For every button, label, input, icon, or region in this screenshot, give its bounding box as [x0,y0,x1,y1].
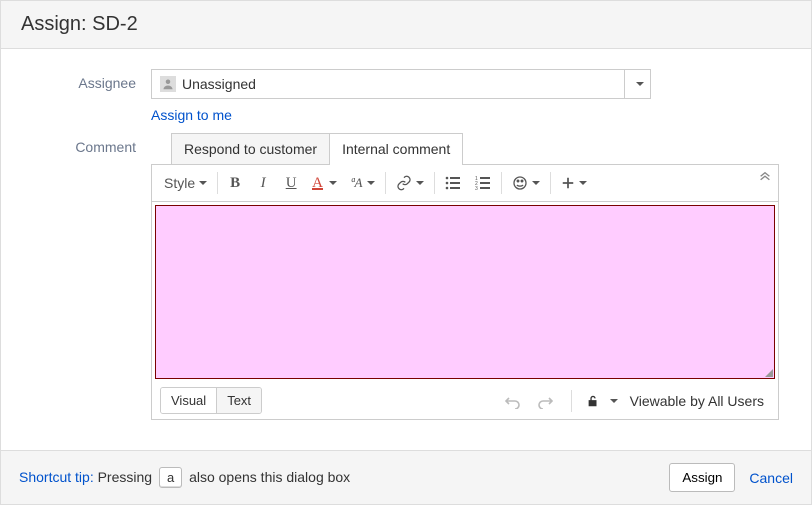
assignee-value: Unassigned [182,76,256,92]
mode-visual[interactable]: Visual [161,388,216,413]
person-icon [160,76,176,92]
comment-textarea[interactable] [155,205,775,379]
plus-icon [561,176,575,190]
bullet-list-button[interactable] [439,169,467,197]
toolbar-separator [217,172,218,194]
toolbar-separator [550,172,551,194]
style-dropdown[interactable]: Style [158,169,213,197]
dialog-header: Assign: SD-2 [1,1,811,49]
comment-row: Comment Respond to customer Internal com… [1,133,791,420]
numbered-list-button[interactable]: 123 [469,169,497,197]
dialog-title: Assign: SD-2 [21,13,138,35]
toolbar-separator [434,172,435,194]
resize-handle-icon[interactable] [765,369,773,377]
tab-respond-to-customer[interactable]: Respond to customer [172,134,330,164]
style-label: Style [164,175,195,191]
tip-text-after: also opens this dialog box [185,469,350,485]
comment-field-wrap: Respond to customer Internal comment Sty… [151,133,779,420]
footer-separator [571,390,572,412]
assign-dialog: Assign: SD-2 Assignee Unassigned Assig [0,0,812,505]
chevron-down-icon [610,399,618,403]
link-button[interactable] [390,169,430,197]
chevron-down-icon [416,181,424,185]
assignee-field-wrap: Unassigned Assign to me [151,69,779,123]
cancel-link[interactable]: Cancel [749,470,793,486]
tab-internal-comment[interactable]: Internal comment [330,134,462,165]
shortcut-tip: Shortcut tip: Pressing a also opens this… [19,467,350,488]
collapse-toolbar-button[interactable] [758,171,772,185]
assignee-dropdown-button[interactable] [625,69,651,99]
assignee-label: Assignee [1,69,151,123]
tip-text-before: Pressing [94,469,156,485]
text-color-button[interactable]: A [306,169,343,197]
collapse-icon [758,171,772,185]
tip-label: Shortcut tip: [19,469,94,485]
unlock-icon [586,394,600,408]
redo-icon [537,393,553,409]
chevron-down-icon [367,181,375,185]
assign-to-me-link[interactable]: Assign to me [151,107,779,123]
undo-button[interactable] [501,393,525,409]
editor-footer: Visual Text [152,382,778,419]
shortcut-key: a [159,467,182,488]
mode-text[interactable]: Text [216,388,261,413]
visibility-selector[interactable]: Viewable by All Users [586,393,770,409]
toolbar-separator [385,172,386,194]
redo-button[interactable] [533,393,557,409]
undo-icon [505,393,521,409]
chevron-down-icon [532,181,540,185]
clear-format-icon: ªA [351,175,363,191]
visibility-label: Viewable by All Users [630,393,764,409]
chevron-down-icon [199,181,207,185]
dialog-body: Assignee Unassigned Assign to me [1,49,811,450]
assignee-row: Assignee Unassigned Assign to me [1,69,791,123]
underline-button[interactable]: U [278,169,304,197]
bullet-list-icon [445,175,461,191]
editor-mode-tabs: Visual Text [160,387,262,414]
dialog-footer: Shortcut tip: Pressing a also opens this… [1,450,811,504]
bold-button[interactable]: B [222,169,248,197]
chevron-down-icon [329,181,337,185]
svg-text:3: 3 [475,186,478,191]
rich-text-editor: Style B I U A ªA [151,164,779,420]
link-icon [396,175,412,191]
assign-button[interactable]: Assign [669,463,735,492]
chevron-down-icon [579,181,587,185]
emoji-button[interactable] [506,169,546,197]
italic-button[interactable]: I [250,169,276,197]
chevron-down-icon [636,82,644,86]
assignee-select[interactable]: Unassigned [151,69,651,99]
text-color-icon: A [312,175,323,192]
numbered-list-icon: 123 [475,175,491,191]
assignee-display[interactable]: Unassigned [151,69,625,99]
comment-tabs: Respond to customer Internal comment [171,133,463,164]
insert-more-button[interactable] [555,169,593,197]
editor-toolbar: Style B I U A ªA [152,165,778,202]
emoji-icon [512,175,528,191]
comment-label: Comment [1,133,151,420]
clear-formatting-button[interactable]: ªA [345,169,381,197]
toolbar-separator [501,172,502,194]
